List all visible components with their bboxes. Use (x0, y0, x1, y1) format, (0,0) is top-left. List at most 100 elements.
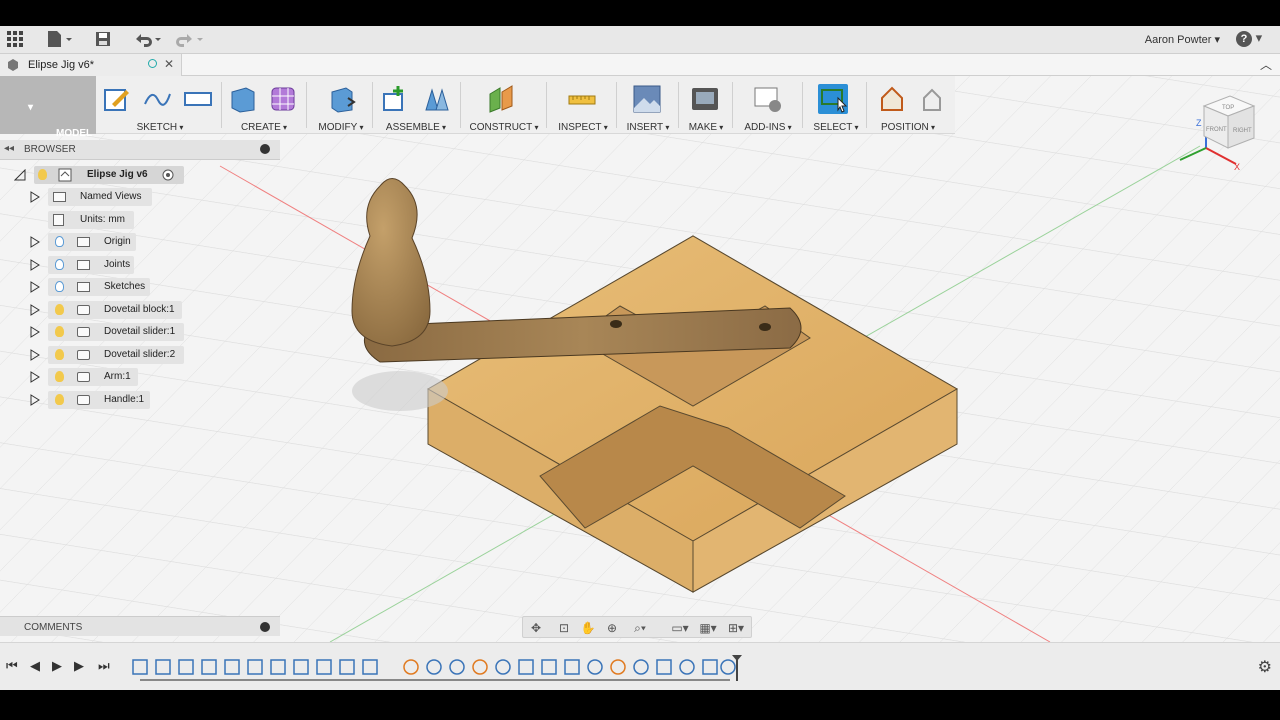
tree-item-named-views[interactable]: Named Views (30, 188, 180, 206)
triangle-expanded-icon[interactable] (14, 169, 26, 181)
viewcube-front[interactable]: FRONT (1206, 127, 1227, 133)
undo-icon[interactable] (132, 30, 164, 50)
timeline-feature[interactable] (247, 659, 263, 675)
visibility-bulb-icon[interactable] (55, 259, 64, 270)
gear-icon[interactable]: ⚙ (1258, 657, 1272, 677)
model-canvas[interactable]: Z X TOP FRONT RIGHT (0, 76, 1280, 642)
chevron-up-icon[interactable]: ︿ (1260, 56, 1272, 73)
capture-position-icon[interactable] (878, 84, 908, 114)
viewcube-right[interactable]: RIGHT (1233, 128, 1252, 134)
timeline-feature[interactable] (270, 659, 286, 675)
timeline-feature[interactable] (132, 659, 148, 675)
offset-plane-icon[interactable] (486, 84, 516, 114)
tree-item-units[interactable]: Units: mm (30, 211, 180, 229)
visibility-bulb-icon[interactable] (38, 169, 47, 180)
go-to-end-icon[interactable]: ⏭ (98, 658, 110, 674)
timeline-feature[interactable] (316, 659, 332, 675)
timeline-feature[interactable] (472, 659, 488, 675)
timeline-feature[interactable] (564, 659, 580, 675)
play-icon[interactable]: ▶ (52, 658, 62, 674)
comments-panel[interactable]: COMMENTS (0, 616, 280, 636)
add-comment-icon[interactable] (260, 622, 270, 632)
grid-settings-icon[interactable]: ▦▾ (695, 620, 721, 636)
timeline-feature[interactable] (587, 659, 603, 675)
construct-group[interactable]: CONSTRUCT (468, 76, 540, 134)
tree-item-dovetail-block[interactable]: Dovetail block:1 (30, 301, 190, 319)
collapse-browser-icon[interactable]: ◂◂ (4, 143, 14, 154)
modify-group[interactable]: MODIFY (314, 76, 368, 134)
triangle-collapsed-icon[interactable] (30, 259, 40, 271)
visibility-bulb-icon[interactable] (55, 326, 64, 337)
timeline-feature[interactable] (633, 659, 649, 675)
visibility-bulb-icon[interactable] (55, 281, 64, 292)
sketch-group[interactable]: SKETCH (102, 76, 218, 134)
timeline-feature[interactable] (339, 659, 355, 675)
create-group[interactable]: CREATE (228, 76, 300, 134)
close-tab-icon[interactable]: ✕ (164, 57, 174, 71)
timeline-feature[interactable] (426, 659, 442, 675)
tree-item-dovetail-slider-2[interactable]: Dovetail slider:2 (30, 346, 190, 364)
tree-item-origin[interactable]: Origin (30, 233, 180, 251)
position-group[interactable]: POSITION (872, 76, 944, 134)
revert-position-icon[interactable] (918, 84, 948, 114)
timeline-feature[interactable] (720, 659, 736, 675)
timeline-feature[interactable] (610, 659, 626, 675)
triangle-collapsed-icon[interactable] (30, 236, 40, 248)
tree-item-sketches[interactable]: Sketches (30, 278, 180, 296)
measure-icon[interactable] (567, 84, 597, 114)
3d-print-icon[interactable] (690, 84, 720, 114)
file-menu-icon[interactable] (46, 30, 74, 50)
timeline-features[interactable] (130, 655, 750, 681)
timeline-feature[interactable] (403, 659, 419, 675)
timeline-feature[interactable] (656, 659, 672, 675)
app-grid-icon[interactable] (6, 30, 24, 50)
visibility-bulb-icon[interactable] (55, 304, 64, 315)
new-component-icon[interactable] (380, 84, 410, 114)
timeline-feature[interactable] (518, 659, 534, 675)
triangle-collapsed-icon[interactable] (30, 326, 40, 338)
timeline-feature[interactable] (541, 659, 557, 675)
activate-radio-icon[interactable] (162, 169, 174, 181)
insert-group[interactable]: INSERT (622, 76, 674, 134)
step-forward-icon[interactable]: ▶ (74, 658, 84, 674)
orbit-icon[interactable]: ✥ (527, 620, 545, 636)
extrude-icon[interactable] (228, 84, 258, 114)
rectangle-icon[interactable] (183, 84, 213, 114)
visibility-bulb-icon[interactable] (55, 236, 64, 247)
timeline-feature[interactable] (155, 659, 171, 675)
timeline-feature[interactable] (178, 659, 194, 675)
viewcube-top[interactable]: TOP (1222, 105, 1234, 111)
timeline-feature[interactable] (224, 659, 240, 675)
form-icon[interactable] (268, 84, 298, 114)
assemble-group[interactable]: ASSEMBLE (380, 76, 452, 134)
user-menu[interactable]: Aaron Powter ▾ (1145, 33, 1220, 46)
triangle-collapsed-icon[interactable] (30, 191, 40, 203)
look-at-icon[interactable]: ⊡ (555, 620, 573, 636)
pan-icon[interactable]: ✋ (579, 620, 597, 636)
select-group[interactable]: SELECT (810, 76, 862, 134)
create-sketch-icon[interactable] (102, 84, 132, 114)
visibility-bulb-icon[interactable] (55, 371, 64, 382)
tree-item-joints[interactable]: Joints (30, 256, 180, 274)
help-button[interactable]: ? ▾ (1236, 30, 1266, 50)
press-pull-icon[interactable] (326, 84, 356, 114)
tree-item-arm[interactable]: Arm:1 (30, 368, 180, 386)
triangle-collapsed-icon[interactable] (30, 304, 40, 316)
timeline-feature[interactable] (201, 659, 217, 675)
triangle-collapsed-icon[interactable] (30, 394, 40, 406)
spline-icon[interactable] (142, 84, 172, 114)
document-tab[interactable]: Elipse Jig v6* ✕ (0, 54, 182, 76)
make-group[interactable]: MAKE (684, 76, 728, 134)
redo-icon[interactable] (174, 30, 206, 50)
visibility-bulb-icon[interactable] (55, 394, 64, 405)
triangle-collapsed-icon[interactable] (30, 371, 40, 383)
go-to-start-icon[interactable]: ⏮ (6, 658, 18, 674)
timeline-feature[interactable] (495, 659, 511, 675)
zoom-icon[interactable]: ⊕ (603, 620, 621, 636)
fit-icon[interactable]: ⌕▾ (627, 620, 653, 636)
step-back-icon[interactable]: ◀ (30, 658, 40, 674)
scripts-icon[interactable] (753, 84, 783, 114)
addins-group[interactable]: ADD-INS (738, 76, 798, 134)
timeline-feature[interactable] (293, 659, 309, 675)
insert-image-icon[interactable] (632, 84, 662, 114)
